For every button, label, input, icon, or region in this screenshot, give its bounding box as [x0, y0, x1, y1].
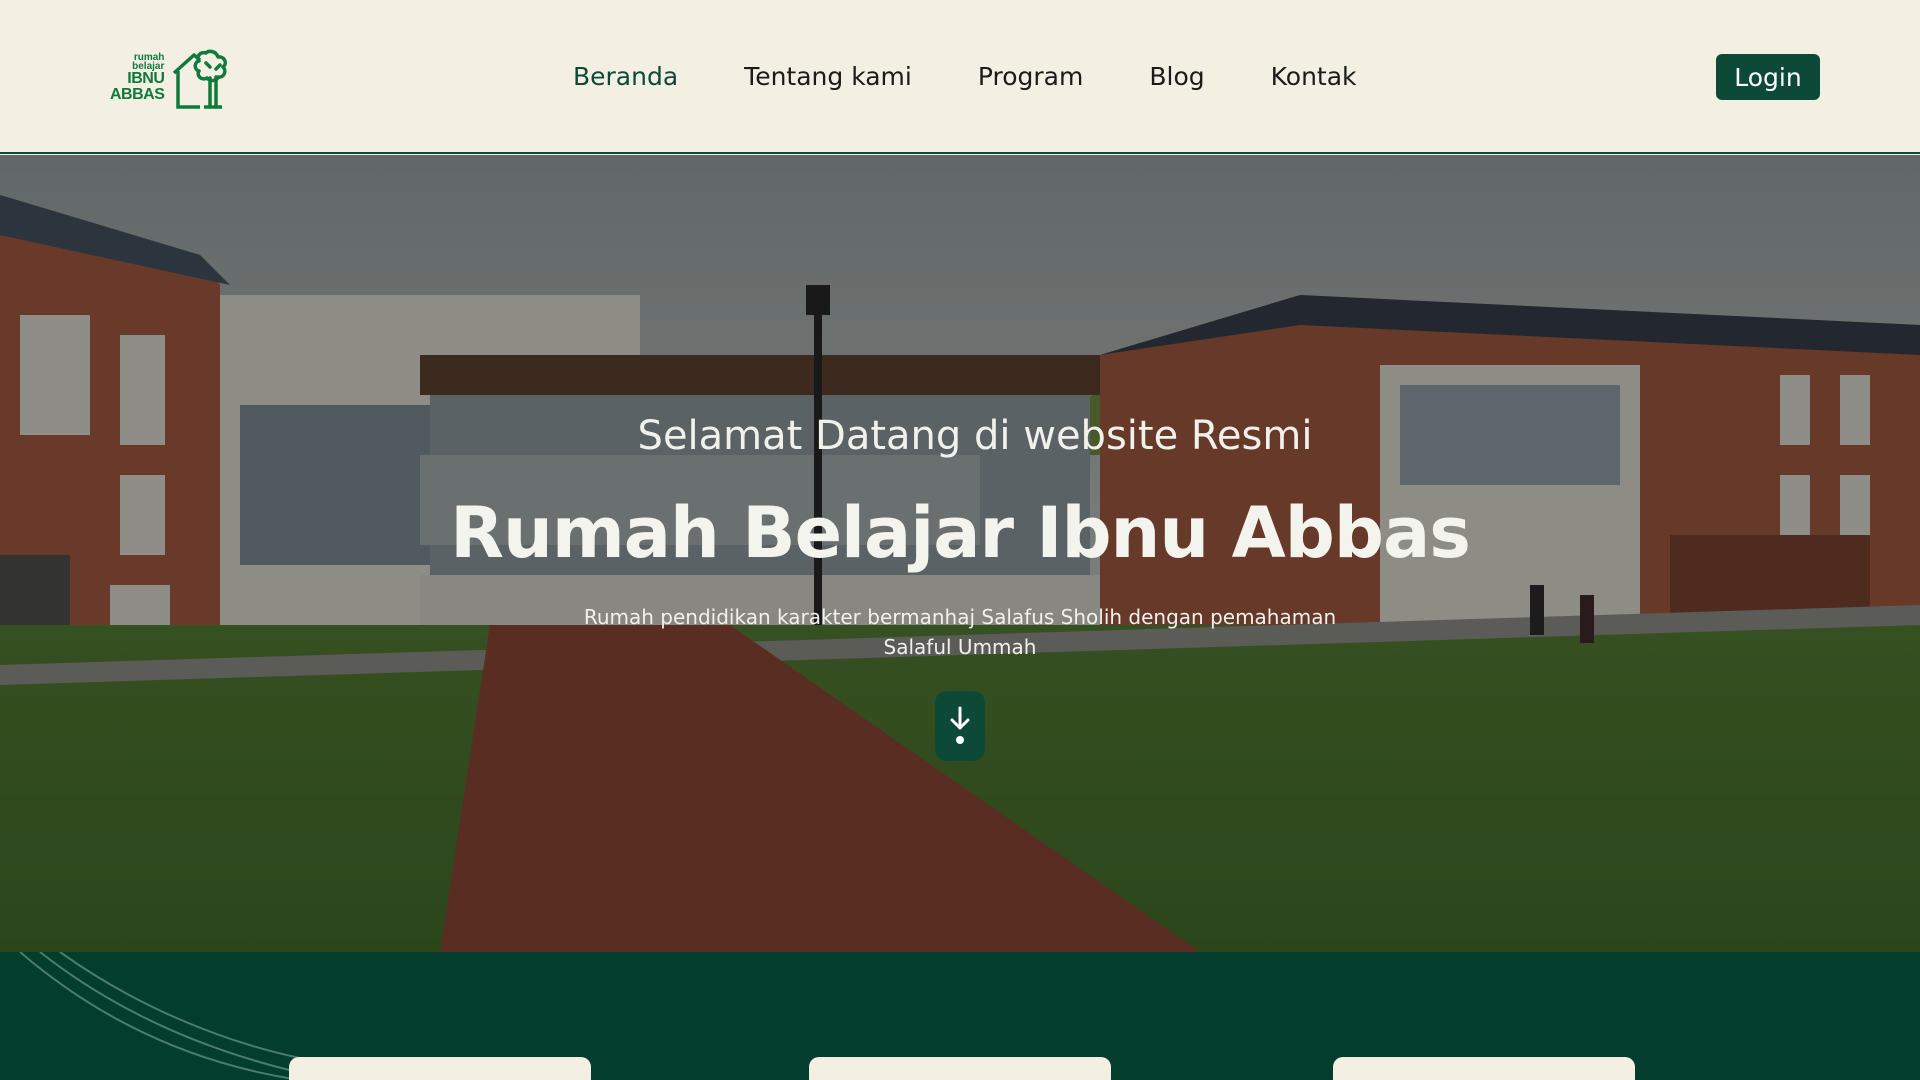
- logo-line-3: IBNU: [127, 70, 165, 87]
- feature-card-1[interactable]: [289, 1057, 591, 1080]
- features-section: [0, 952, 1920, 1080]
- scroll-down-button[interactable]: [935, 691, 985, 761]
- login-button[interactable]: Login: [1716, 54, 1820, 100]
- arrow-down-icon: [950, 706, 970, 744]
- hero-title: Rumah Belajar Ibnu Abbas: [450, 492, 1471, 574]
- hero-welcome-text: Selamat Datang di website Resmi: [637, 413, 1313, 459]
- logo-line-4: ABBAS: [110, 86, 165, 103]
- main-nav: Beranda Tentang kami Program Blog Kontak: [573, 58, 1357, 94]
- feature-card-2[interactable]: [809, 1057, 1111, 1080]
- site-logo[interactable]: rumah belajar IBNU ABBAS: [110, 46, 235, 110]
- hero-description: Rumah pendidikan karakter bermanhaj Sala…: [583, 605, 1337, 659]
- feature-card-3[interactable]: [1333, 1057, 1635, 1080]
- nav-kontak[interactable]: Kontak: [1271, 62, 1357, 91]
- tree-house-icon: [173, 49, 228, 109]
- hero-section: Selamat Datang di website Resmi Rumah Be…: [0, 155, 1920, 952]
- decorative-lines: [19, 952, 320, 1080]
- logo-wordmark: rumah belajar IBNU ABBAS: [110, 53, 165, 103]
- nav-blog[interactable]: Blog: [1149, 62, 1204, 91]
- nav-program[interactable]: Program: [978, 62, 1083, 91]
- nav-tentang-kami[interactable]: Tentang kami: [744, 62, 912, 91]
- site-header: rumah belajar IBNU ABBAS Beranda Tentang…: [0, 0, 1920, 154]
- nav-beranda[interactable]: Beranda: [573, 62, 678, 91]
